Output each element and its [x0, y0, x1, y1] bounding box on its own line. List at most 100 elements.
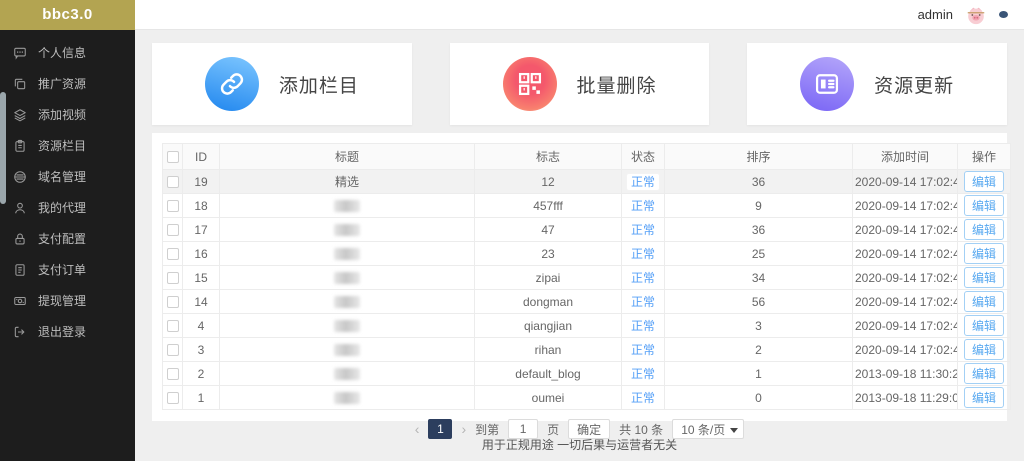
footer-disclaimer: 用于正规用途 一切后果与运营者无关 — [135, 436, 1024, 453]
table-row: 17 47 正常 36 2020-09-14 17:02:49 编辑 — [163, 218, 1011, 242]
layers-icon — [13, 108, 27, 122]
sidebar-item-promo-resources[interactable]: 推广资源 — [0, 68, 135, 99]
row-checkbox[interactable] — [167, 200, 179, 212]
sidebar-item-payment-orders[interactable]: 支付订单 — [0, 254, 135, 285]
batch-delete-card[interactable]: 批量删除 — [450, 43, 710, 125]
status-link[interactable]: 正常 — [631, 319, 655, 333]
cell-title — [220, 194, 475, 218]
card-label: 批量删除 — [577, 71, 657, 98]
cell-mark: 23 — [475, 242, 622, 266]
edit-button[interactable]: 编辑 — [964, 219, 1004, 240]
add-column-card[interactable]: 添加栏目 — [152, 43, 412, 125]
table-row: 2 default_blog 正常 1 2013-09-18 11:30:28 … — [163, 362, 1011, 386]
status-link[interactable]: 正常 — [631, 223, 655, 237]
cell-id: 2 — [183, 362, 220, 386]
row-checkbox[interactable] — [167, 392, 179, 404]
cell-time: 2013-09-18 11:29:07 — [853, 386, 958, 410]
cell-mark: 47 — [475, 218, 622, 242]
pig-avatar[interactable] — [965, 4, 987, 26]
cell-title — [220, 362, 475, 386]
link-icon — [205, 57, 259, 111]
row-checkbox[interactable] — [167, 320, 179, 332]
article-icon — [800, 57, 854, 111]
cell-title — [220, 338, 475, 362]
status-link[interactable]: 正常 — [627, 174, 659, 190]
row-checkbox[interactable] — [167, 272, 179, 284]
edit-button[interactable]: 编辑 — [964, 171, 1004, 192]
goto-label: 到第 — [475, 421, 499, 438]
cell-mark: rihan — [475, 338, 622, 362]
resource-update-card[interactable]: 资源更新 — [747, 43, 1007, 125]
edit-button[interactable]: 编辑 — [964, 387, 1004, 408]
person-icon — [13, 201, 27, 215]
status-link[interactable]: 正常 — [631, 295, 655, 309]
action-cards: 添加栏目 批量删除 资源更新 — [135, 31, 1024, 125]
edit-button[interactable]: 编辑 — [964, 291, 1004, 312]
menu-dot-icon[interactable] — [999, 11, 1008, 18]
column-header-mark: 标志 — [475, 144, 622, 170]
sidebar-item-logout[interactable]: 退出登录 — [0, 316, 135, 347]
sidebar-item-payment-config[interactable]: 支付配置 — [0, 223, 135, 254]
cell-sort: 3 — [665, 314, 853, 338]
sidebar-scrollbar[interactable] — [0, 92, 6, 204]
copy-icon — [13, 77, 27, 91]
table-row: 14 dongman 正常 56 2020-09-14 17:02:49 编辑 — [163, 290, 1011, 314]
row-checkbox[interactable] — [167, 248, 179, 260]
banknote-icon — [13, 294, 27, 308]
column-header-title: 标题 — [220, 144, 475, 170]
status-link[interactable]: 正常 — [631, 391, 655, 405]
row-checkbox[interactable] — [167, 344, 179, 356]
sidebar-item-personal-info[interactable]: 个人信息 — [0, 37, 135, 68]
prev-page-button[interactable]: ‹ — [415, 422, 420, 436]
sidebar-item-label: 添加视频 — [38, 106, 86, 123]
row-checkbox[interactable] — [167, 224, 179, 236]
edit-button[interactable]: 编辑 — [964, 363, 1004, 384]
cell-id: 17 — [183, 218, 220, 242]
redacted-title — [334, 320, 360, 332]
cell-mark: oumei — [475, 386, 622, 410]
edit-button[interactable]: 编辑 — [964, 339, 1004, 360]
cell-sort: 34 — [665, 266, 853, 290]
status-link[interactable]: 正常 — [631, 247, 655, 261]
cell-id: 3 — [183, 338, 220, 362]
cell-time: 2013-09-18 11:30:28 — [853, 362, 958, 386]
sidebar-item-add-video[interactable]: 添加视频 — [0, 99, 135, 130]
cell-sort: 36 — [665, 218, 853, 242]
main-content: 添加栏目 批量删除 资源更新 — [135, 31, 1024, 461]
cell-title — [220, 386, 475, 410]
sidebar-item-label: 推广资源 — [38, 75, 86, 92]
select-all-checkbox[interactable] — [167, 151, 179, 163]
cell-sort: 2 — [665, 338, 853, 362]
chat-icon — [13, 46, 27, 60]
sidebar-item-withdrawal-management[interactable]: 提现管理 — [0, 285, 135, 316]
cell-time: 2020-09-14 17:02:49 — [853, 290, 958, 314]
sidebar-item-resource-columns[interactable]: 资源栏目 — [0, 130, 135, 161]
redacted-title — [334, 272, 360, 284]
edit-button[interactable]: 编辑 — [964, 243, 1004, 264]
sidebar-item-domain-management[interactable]: 域名管理 — [0, 161, 135, 192]
row-checkbox[interactable] — [167, 296, 179, 308]
sidebar: bbc3.0 个人信息 推广资源 添加视频 资源栏目 域名管理 — [0, 0, 135, 461]
status-link[interactable]: 正常 — [631, 343, 655, 357]
status-link[interactable]: 正常 — [631, 199, 655, 213]
table-row: 3 rihan 正常 2 2020-09-14 17:02:49 编辑 — [163, 338, 1011, 362]
sidebar-item-label: 提现管理 — [38, 292, 86, 309]
status-link[interactable]: 正常 — [631, 367, 655, 381]
redacted-title — [334, 344, 360, 356]
edit-button[interactable]: 编辑 — [964, 315, 1004, 336]
cell-title — [220, 290, 475, 314]
row-checkbox[interactable] — [167, 176, 179, 188]
sidebar-item-label: 支付配置 — [38, 230, 86, 247]
row-checkbox[interactable] — [167, 368, 179, 380]
redacted-title — [334, 368, 360, 380]
cell-id: 16 — [183, 242, 220, 266]
next-page-button[interactable]: › — [461, 422, 466, 436]
chevron-down-icon — [730, 428, 738, 433]
cell-sort: 0 — [665, 386, 853, 410]
edit-button[interactable]: 编辑 — [964, 195, 1004, 216]
edit-button[interactable]: 编辑 — [964, 267, 1004, 288]
column-header-status: 状态 — [622, 144, 665, 170]
status-link[interactable]: 正常 — [631, 271, 655, 285]
sidebar-item-my-agents[interactable]: 我的代理 — [0, 192, 135, 223]
redacted-title — [334, 248, 360, 260]
